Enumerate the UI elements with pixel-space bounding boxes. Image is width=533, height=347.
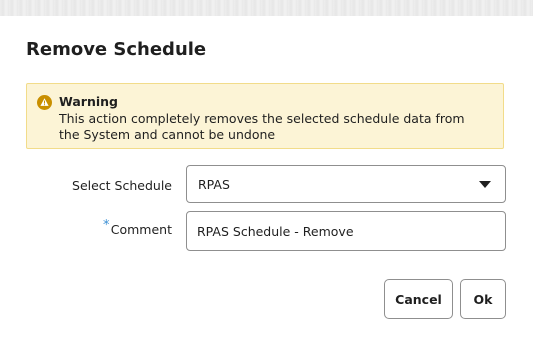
- warning-banner: Warning This action completely removes t…: [26, 83, 504, 149]
- remove-schedule-dialog: Remove Schedule Warning This action comp…: [0, 16, 533, 347]
- select-schedule-label: Select Schedule: [72, 178, 172, 193]
- dialog-title: Remove Schedule: [26, 39, 207, 60]
- warning-title: Warning: [59, 94, 118, 109]
- cancel-button[interactable]: Cancel: [384, 279, 453, 319]
- comment-input[interactable]: [186, 211, 506, 251]
- background-overlay: [0, 0, 533, 16]
- comment-label: Comment: [110, 222, 172, 237]
- page: Remove Schedule Warning This action comp…: [0, 0, 533, 347]
- ok-button[interactable]: Ok: [460, 279, 506, 319]
- schedule-select[interactable]: RPAS: [186, 165, 506, 203]
- schedule-select-value: RPAS: [198, 177, 230, 192]
- warning-icon: [37, 95, 52, 110]
- warning-message: This action completely removes the selec…: [59, 111, 465, 142]
- chevron-down-icon[interactable]: [479, 181, 491, 188]
